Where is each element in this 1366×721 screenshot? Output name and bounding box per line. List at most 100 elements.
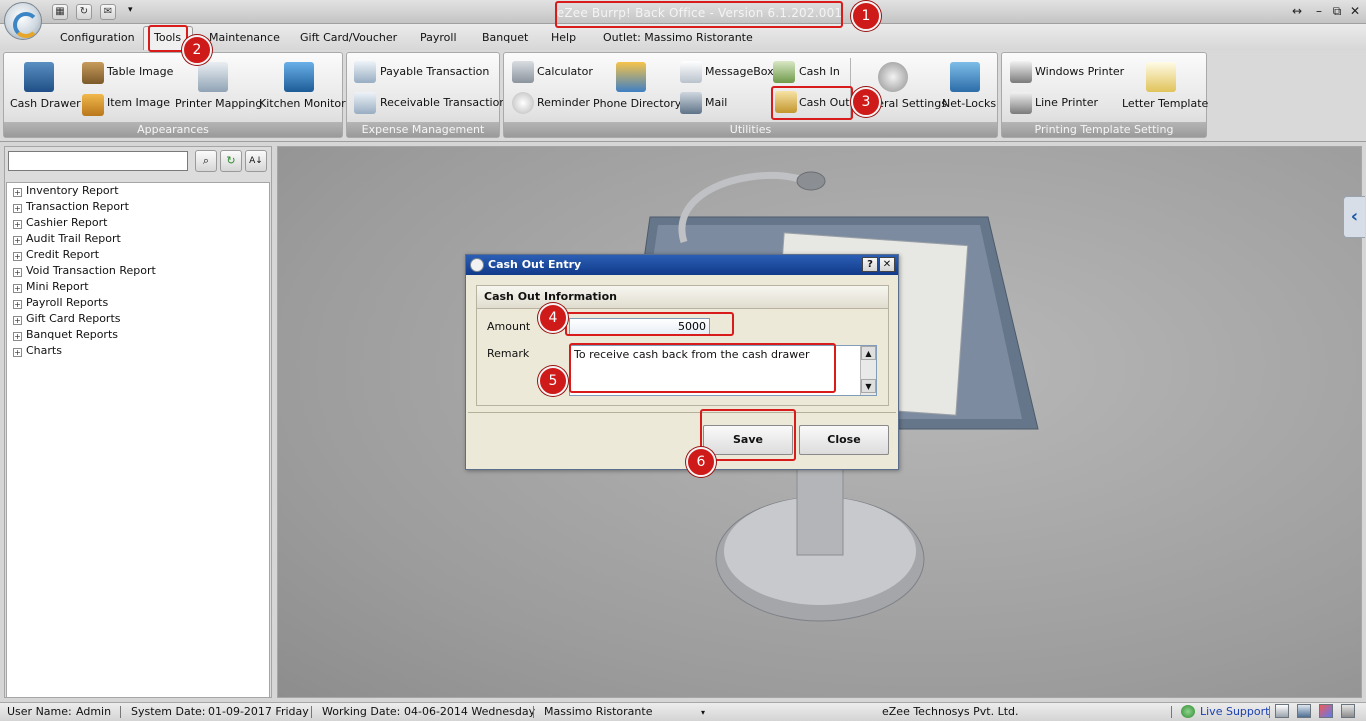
tree-item-gift-card-reports[interactable]: + Gift Card Reports: [7, 311, 121, 327]
item-image-button[interactable]: Item Image: [107, 96, 170, 109]
close-icon[interactable]: ✕: [1346, 2, 1364, 20]
step-badge-4: 4: [538, 303, 568, 333]
customize-toolbar-icon[interactable]: ▾: [128, 5, 133, 15]
printer-mapping-button[interactable]: Printer Mapping: [175, 97, 262, 110]
report-search-input[interactable]: [8, 151, 188, 171]
find-icon[interactable]: ⌕: [195, 150, 217, 172]
tree-item-mini-report[interactable]: + Mini Report: [7, 279, 89, 295]
remark-scrollbar[interactable]: ▲ ▼: [860, 346, 876, 395]
group-label: Utilities: [504, 122, 997, 137]
tree-item-label: Credit Report: [26, 248, 100, 261]
live-support-link[interactable]: Live Support: [1200, 705, 1269, 718]
reminder-button[interactable]: Reminder: [537, 96, 590, 109]
tab-maintenance[interactable]: Maintenance: [209, 31, 280, 44]
highlight-amount: [565, 312, 734, 336]
messagebox-icon: [680, 61, 702, 83]
expand-icon[interactable]: +: [13, 332, 22, 341]
expand-icon[interactable]: +: [13, 236, 22, 245]
status-separator: [1171, 706, 1172, 718]
tree-item-charts[interactable]: + Charts: [7, 343, 62, 359]
scroll-down-icon[interactable]: ▼: [861, 379, 876, 393]
tree-item-label: Mini Report: [26, 280, 89, 293]
system-date-value: 01-09-2017 Friday: [208, 705, 309, 718]
letter-template-icon: [1146, 62, 1176, 92]
tree-item-payroll-reports[interactable]: + Payroll Reports: [7, 295, 108, 311]
letter-template-button[interactable]: Letter Template: [1122, 97, 1208, 110]
restore-icon[interactable]: ⧉: [1328, 2, 1346, 20]
user-name-label: User Name:: [7, 705, 72, 718]
expand-icon[interactable]: +: [13, 220, 22, 229]
tab-configuration[interactable]: Configuration: [60, 31, 135, 44]
outlet-selector[interactable]: Massimo Ristorante: [544, 705, 652, 718]
tree-item-credit-report[interactable]: + Credit Report: [7, 247, 99, 263]
table-image-icon: [82, 62, 104, 84]
refresh-icon[interactable]: ↻: [76, 4, 92, 20]
mail-icon[interactable]: ✉: [100, 4, 116, 20]
tab-banquet[interactable]: Banquet: [482, 31, 528, 44]
grid-icon[interactable]: ▦: [52, 4, 68, 20]
close-button[interactable]: Close: [799, 425, 889, 455]
outlet-dropdown-icon[interactable]: ▾: [701, 708, 705, 717]
app-logo-button[interactable]: [4, 2, 42, 40]
tree-item-audit-trail-report[interactable]: + Audit Trail Report: [7, 231, 121, 247]
resize-icon[interactable]: ↔: [1288, 2, 1306, 20]
outlet-label: Outlet: Massimo Ristorante: [603, 31, 753, 44]
minimize-icon[interactable]: –: [1310, 2, 1328, 20]
status-separator: [1269, 706, 1270, 718]
expand-icon[interactable]: +: [13, 204, 22, 213]
collapse-panel-icon[interactable]: ‹: [1343, 196, 1365, 238]
scroll-up-icon[interactable]: ▲: [861, 346, 876, 360]
tree-item-label: Audit Trail Report: [26, 232, 121, 245]
payable-transaction-button[interactable]: Payable Transaction: [380, 65, 489, 78]
expand-icon[interactable]: +: [13, 268, 22, 277]
working-date-value: 04-06-2014 Wednesday: [404, 705, 536, 718]
tab-help[interactable]: Help: [551, 31, 576, 44]
tray-settings-icon[interactable]: [1341, 704, 1355, 718]
table-image-button[interactable]: Table Image: [107, 65, 173, 78]
expand-icon[interactable]: +: [13, 252, 22, 261]
dialog-close-button[interactable]: ✕: [879, 257, 895, 272]
dialog-title: Cash Out Entry: [488, 258, 582, 271]
working-date-label: Working Date:: [322, 705, 401, 718]
kitchen-monitor-button[interactable]: Kitchen Monitor: [259, 97, 346, 110]
cash-drawer-button[interactable]: Cash Drawer: [10, 97, 81, 110]
expand-icon[interactable]: +: [13, 348, 22, 357]
tree-item-label: Gift Card Reports: [26, 312, 121, 325]
receivable-transaction-button[interactable]: Receivable Transaction: [380, 96, 506, 109]
refresh-icon[interactable]: ↻: [220, 150, 242, 172]
user-name-value: Admin: [76, 705, 112, 718]
tray-network-icon[interactable]: [1297, 704, 1311, 718]
help-button[interactable]: ?: [862, 257, 878, 272]
group-label: Expense Management: [347, 122, 499, 137]
expand-icon[interactable]: +: [13, 300, 22, 309]
amount-label: Amount: [487, 320, 531, 333]
expand-icon[interactable]: +: [13, 188, 22, 197]
messagebox-button[interactable]: MessageBox: [705, 65, 774, 78]
tree-item-banquet-reports[interactable]: + Banquet Reports: [7, 327, 118, 343]
tree-item-transaction-report[interactable]: + Transaction Report: [7, 199, 129, 215]
group-label: Printing Template Setting: [1002, 122, 1206, 137]
tree-item-label: Void Transaction Report: [26, 264, 156, 277]
tree-item-void-transaction-report[interactable]: + Void Transaction Report: [7, 263, 156, 279]
tree-item-label: Inventory Report: [26, 184, 119, 197]
sort-az-icon[interactable]: A↓: [245, 150, 267, 172]
tray-tool-icon[interactable]: [1275, 704, 1289, 718]
tree-item-cashier-report[interactable]: + Cashier Report: [7, 215, 107, 231]
expand-icon[interactable]: +: [13, 316, 22, 325]
tree-item-inventory-report[interactable]: + Inventory Report: [7, 183, 119, 199]
mail-button[interactable]: Mail: [705, 96, 727, 109]
tab-payroll[interactable]: Payroll: [420, 31, 457, 44]
phone-directory-button[interactable]: Phone Directory: [593, 97, 681, 110]
net-locks-button[interactable]: Net-Locks: [942, 97, 996, 110]
phone-directory-icon: [616, 62, 646, 92]
item-image-icon: [82, 94, 104, 116]
tab-gift-card-voucher[interactable]: Gift Card/Voucher: [300, 31, 397, 44]
payable-transaction-icon: [354, 61, 376, 83]
app-logo-icon: [470, 258, 484, 272]
expand-icon[interactable]: +: [13, 284, 22, 293]
cash-in-button[interactable]: Cash In: [799, 65, 840, 78]
calculator-button[interactable]: Calculator: [537, 65, 593, 78]
line-printer-button[interactable]: Line Printer: [1035, 96, 1098, 109]
windows-printer-button[interactable]: Windows Printer: [1035, 65, 1124, 78]
tray-color-icon[interactable]: [1319, 704, 1333, 718]
